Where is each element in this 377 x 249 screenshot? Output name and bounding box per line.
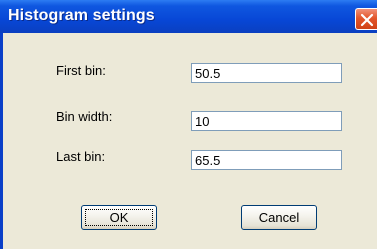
histogram-settings-dialog: Histogram settings First bin: 50.5 Bin w… — [0, 0, 377, 249]
dialog-body: First bin: 50.5 Bin width: 10 Last bin: … — [3, 33, 377, 249]
bin-width-label: Bin width: — [56, 109, 113, 124]
ok-button[interactable]: OK — [81, 205, 157, 230]
close-icon — [360, 13, 374, 27]
last-bin-label: Last bin: — [56, 149, 106, 164]
first-bin-input[interactable]: 50.5 — [191, 63, 342, 83]
dialog-title: Histogram settings — [8, 7, 155, 24]
bin-width-input[interactable]: 10 — [191, 111, 342, 131]
close-button[interactable] — [355, 8, 377, 30]
title-bar[interactable]: Histogram settings — [0, 0, 377, 33]
first-bin-label: First bin: — [56, 63, 106, 78]
ok-button-label: OK — [109, 210, 129, 225]
cancel-button[interactable]: Cancel — [241, 205, 317, 230]
last-bin-input[interactable]: 65.5 — [191, 150, 342, 170]
cancel-button-label: Cancel — [258, 210, 300, 225]
